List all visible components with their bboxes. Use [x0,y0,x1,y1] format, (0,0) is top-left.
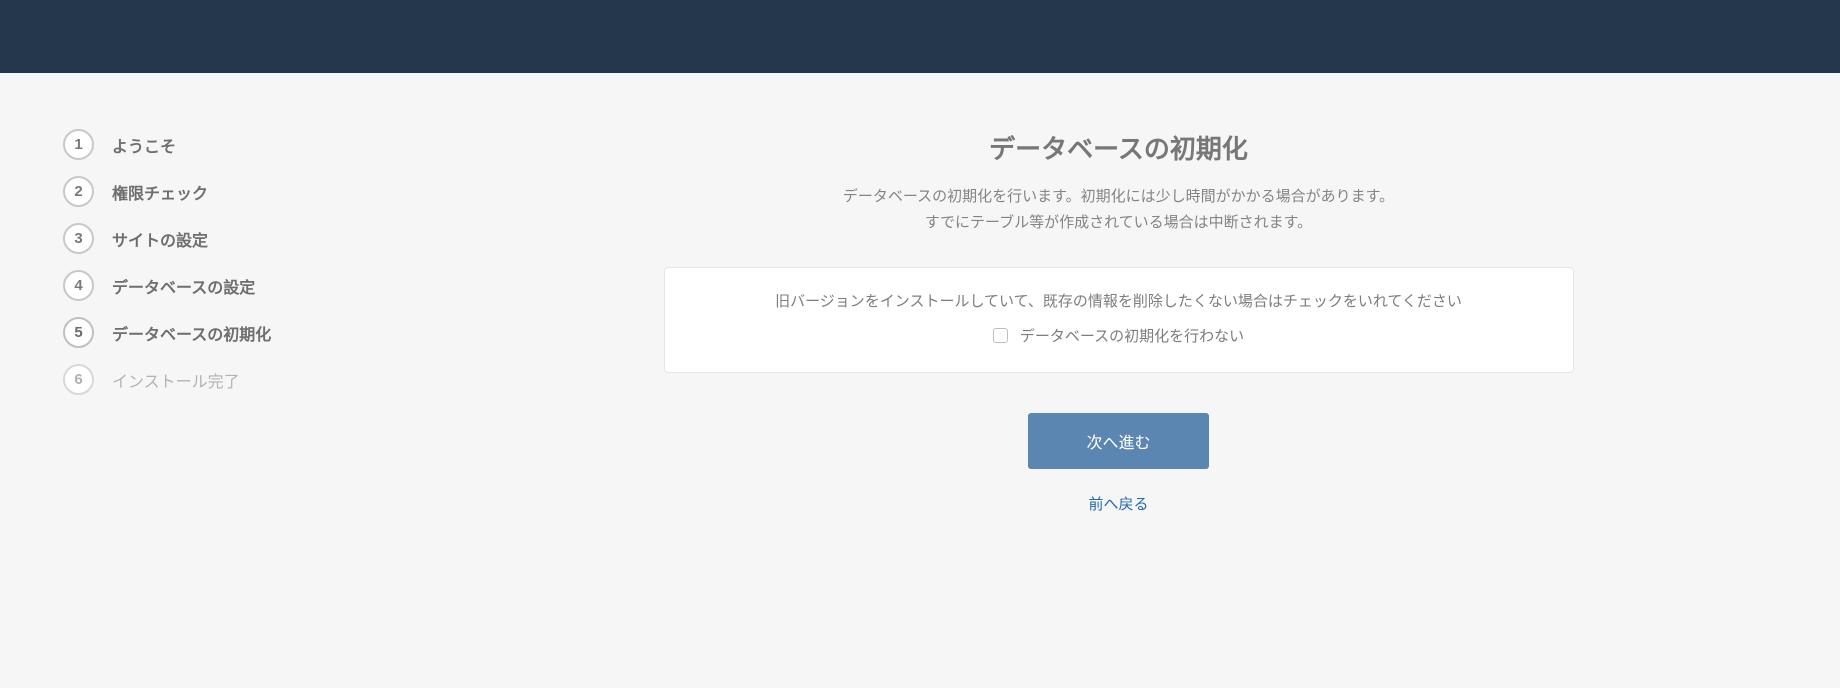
step-label: インストール完了 [112,368,240,392]
install-steps-sidebar: 1 ようこそ 2 権限チェック 3 サイトの設定 4 データベースの設定 5 デ… [0,129,420,514]
step-label: データベースの設定 [112,274,255,298]
step-label: ようこそ [112,133,176,157]
step-number: 2 [63,176,94,207]
main-container: 1 ようこそ 2 権限チェック 3 サイトの設定 4 データベースの設定 5 デ… [0,73,1840,514]
step-item-db-settings: 4 データベースの設定 [63,270,420,301]
button-area: 次へ進む 前へ戻る [460,413,1777,514]
step-item-permission-check: 2 権限チェック [63,176,420,207]
step-item-site-settings: 3 サイトの設定 [63,223,420,254]
description-line-2: すでにテーブル等が作成されている場合は中断されます。 [925,214,1312,231]
page-title: データベースの初期化 [460,129,1777,166]
step-label: データベースの初期化 [112,321,271,345]
main-content: データベースの初期化 データベースの初期化を行います。初期化には少し時間がかかる… [420,129,1840,514]
step-item-welcome: 1 ようこそ [63,129,420,160]
next-button[interactable]: 次へ進む [1028,413,1208,469]
description-line-1: データベースの初期化を行います。初期化には少し時間がかかる場合があります。 [843,188,1394,205]
skip-db-init-checkbox[interactable] [993,328,1008,343]
step-number: 1 [63,129,94,160]
back-link[interactable]: 前へ戻る [1088,496,1148,513]
skip-db-init-label: データベースの初期化を行わない [1020,325,1244,346]
step-number: 6 [63,364,94,395]
step-label: 権限チェック [112,180,208,204]
page-description: データベースの初期化を行います。初期化には少し時間がかかる場合があります。 すで… [460,184,1777,235]
option-card: 旧バージョンをインストールしていて、既存の情報を削除したくない場合はチェックをい… [664,267,1574,373]
step-number: 5 [63,317,94,348]
step-number: 4 [63,270,94,301]
step-label: サイトの設定 [112,227,208,251]
top-bar [0,0,1840,73]
step-item-db-init: 5 データベースの初期化 [63,317,420,348]
card-instruction: 旧バージョンをインストールしていて、既存の情報を削除したくない場合はチェックをい… [695,290,1543,311]
step-number: 3 [63,223,94,254]
checkbox-row: データベースの初期化を行わない [695,325,1543,346]
step-item-complete: 6 インストール完了 [63,364,420,395]
